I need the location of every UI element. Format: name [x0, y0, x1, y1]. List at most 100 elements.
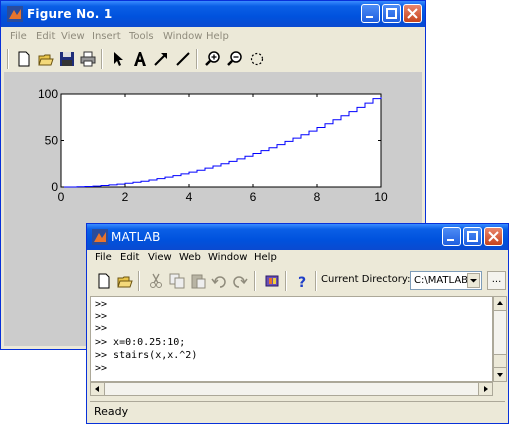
- current-directory-select[interactable]: C:\MATLAB6: [410, 271, 482, 290]
- figure-menu-bar: File Edit View Insert Tools Window Help: [4, 28, 422, 46]
- figure-menu-file[interactable]: File: [10, 31, 27, 42]
- line-icon[interactable]: [175, 51, 191, 67]
- command-window-vscrollbar[interactable]: [493, 296, 507, 382]
- command-line: >> stairs(x,x.^2): [95, 350, 198, 361]
- undo-icon[interactable]: [211, 273, 227, 289]
- toolbar-separator: [315, 271, 317, 291]
- command-line: >>: [95, 363, 108, 374]
- scroll-right-icon: [484, 386, 488, 392]
- help-icon[interactable]: ?: [294, 273, 310, 289]
- paste-icon[interactable]: [190, 273, 206, 289]
- toolbar-separator: [101, 49, 103, 69]
- cut-icon[interactable]: [148, 273, 164, 289]
- x-tick-label: 8: [314, 190, 321, 204]
- arrow-tool-icon[interactable]: [153, 51, 169, 67]
- matlab-window: MATLAB File Edit View Web Window Help ? …: [86, 223, 509, 424]
- y-tick-label: 100: [38, 87, 58, 101]
- status-text: Ready: [94, 405, 129, 418]
- zoom-out-icon[interactable]: [227, 51, 243, 67]
- figure-title-bar[interactable]: Figure No. 1: [1, 1, 425, 27]
- matlab-menu-view[interactable]: View: [148, 252, 172, 263]
- current-directory-value: C:\MATLAB6: [414, 275, 475, 286]
- browse-button-label: ...: [491, 274, 502, 285]
- zoom-in-icon[interactable]: [205, 51, 221, 67]
- simulink-icon[interactable]: [264, 273, 280, 289]
- figure-menu-insert[interactable]: Insert: [92, 31, 121, 42]
- figure-maximize-button[interactable]: [382, 4, 401, 23]
- matlab-title-bar[interactable]: MATLAB: [87, 224, 508, 250]
- print-icon[interactable]: [80, 51, 96, 67]
- command-window[interactable]: >> >> >> >> x=0:0.25:10; >> stairs(x,x.^…: [90, 296, 493, 382]
- figure-minimize-button[interactable]: [361, 4, 380, 23]
- x-tick-label: 0: [58, 190, 65, 204]
- minimize-icon: [366, 16, 373, 18]
- scroll-up-button[interactable]: [494, 297, 506, 311]
- toolbar-grip: [7, 49, 9, 69]
- matlab-menu-file[interactable]: File: [95, 252, 112, 263]
- matlab-close-button[interactable]: [484, 227, 503, 246]
- close-icon: [488, 231, 499, 242]
- status-bar: Ready: [90, 401, 505, 420]
- maximize-icon: [467, 231, 478, 242]
- figure-menu-edit[interactable]: Edit: [36, 31, 55, 42]
- y-tick-label: 50: [45, 134, 59, 148]
- figure-menu-help[interactable]: Help: [206, 31, 229, 42]
- copy-icon[interactable]: [169, 273, 185, 289]
- scroll-left-button[interactable]: [91, 383, 105, 395]
- axes-box: [60, 93, 382, 188]
- figure-menu-view[interactable]: View: [61, 31, 85, 42]
- command-line: >>: [95, 323, 108, 334]
- minimize-icon: [447, 239, 454, 241]
- toolbar-separator: [138, 271, 140, 291]
- arrow-icon[interactable]: [110, 51, 126, 67]
- browse-button[interactable]: ...: [487, 271, 506, 290]
- text-icon[interactable]: [132, 51, 148, 67]
- scroll-right-button[interactable]: [478, 383, 492, 395]
- matlab-title: MATLAB: [111, 230, 161, 244]
- maximize-icon: [386, 8, 397, 19]
- rotate-icon[interactable]: [249, 51, 265, 67]
- scroll-up-icon: [497, 301, 503, 305]
- matlab-toolbar: ? Current Directory: C:\MATLAB6 ...: [90, 268, 506, 294]
- figure-title: Figure No. 1: [27, 7, 113, 21]
- toolbar-separator: [254, 271, 256, 291]
- toolbar-separator: [285, 271, 287, 291]
- scroll-down-button[interactable]: [494, 367, 506, 381]
- open-icon[interactable]: [38, 51, 54, 67]
- command-line: >> x=0:0.25:10;: [95, 337, 186, 348]
- svg-text:?: ?: [298, 275, 306, 289]
- toolbar-separator: [196, 49, 198, 69]
- matlab-menu-web[interactable]: Web: [179, 252, 201, 263]
- figure-menu-tools[interactable]: Tools: [129, 31, 154, 42]
- y-tick-label: 0: [51, 180, 58, 194]
- matlab-menu-window[interactable]: Window: [208, 252, 247, 263]
- scroll-down-icon: [497, 373, 503, 377]
- command-window-hscrollbar[interactable]: [90, 382, 493, 396]
- x-tick-label: 10: [374, 190, 388, 204]
- current-directory-label: Current Directory:: [321, 274, 411, 285]
- scroll-left-icon: [95, 386, 99, 392]
- close-icon: [407, 8, 418, 19]
- figure-toolbar: [4, 46, 422, 72]
- redo-icon[interactable]: [232, 273, 248, 289]
- command-line: >>: [95, 311, 108, 322]
- figure-menu-window[interactable]: Window: [163, 31, 202, 42]
- matlab-menu-help[interactable]: Help: [254, 252, 277, 263]
- matlab-maximize-button[interactable]: [463, 227, 482, 246]
- dropdown-button[interactable]: [467, 273, 480, 288]
- matlab-logo-icon: [92, 229, 108, 245]
- matlab-minimize-button[interactable]: [442, 227, 461, 246]
- figure-close-button[interactable]: [403, 4, 422, 23]
- matlab-logo-icon: [7, 6, 23, 22]
- new-icon[interactable]: [16, 51, 32, 67]
- new-icon[interactable]: [96, 273, 112, 289]
- x-tick-label: 2: [122, 190, 129, 204]
- chevron-down-icon: [470, 279, 477, 283]
- command-line: >>: [95, 299, 108, 310]
- x-tick-label: 4: [186, 190, 193, 204]
- open-icon[interactable]: [117, 273, 133, 289]
- save-icon[interactable]: [59, 51, 75, 67]
- matlab-menu-edit[interactable]: Edit: [120, 252, 139, 263]
- matlab-menu-bar: File Edit View Web Window Help: [90, 249, 505, 267]
- x-tick-label: 6: [250, 190, 257, 204]
